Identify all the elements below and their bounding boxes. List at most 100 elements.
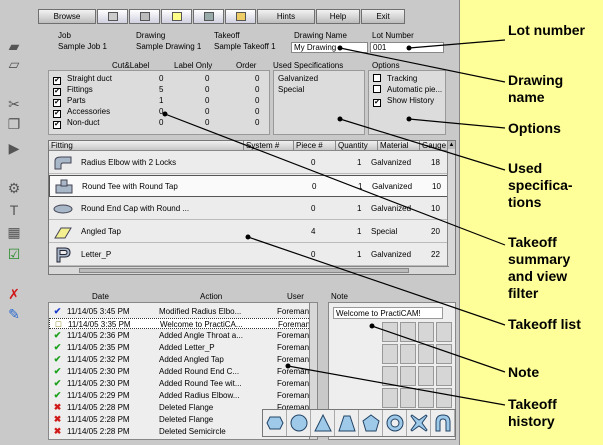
takeoff-row[interactable]: Letter_P 0 1 Galvanized 22 <box>49 244 449 266</box>
checkbox[interactable]: ✔ <box>53 88 61 96</box>
fitting-tool[interactable] <box>400 322 416 342</box>
column-fitting[interactable]: Fitting <box>49 141 244 150</box>
help-button[interactable]: Help <box>316 9 360 24</box>
flag-icon[interactable]: ▶ <box>5 140 23 156</box>
fitting-tool[interactable] <box>382 388 398 408</box>
exit-button[interactable]: Exit <box>361 9 405 24</box>
toolbar-icon-1[interactable] <box>97 9 128 24</box>
toolbar-icon-2[interactable] <box>129 9 160 24</box>
history-row[interactable]: ✔ 11/14/05 2:30 PM Added Round End C... For… <box>49 366 311 377</box>
column-system[interactable]: System # <box>244 141 294 150</box>
text-icon[interactable]: T <box>5 202 23 218</box>
checkbox[interactable]: ✔ <box>373 99 381 107</box>
summary-row[interactable]: ✔ Accessories <box>53 107 110 118</box>
fitting-tool[interactable] <box>436 322 452 342</box>
takeoff-row[interactable]: Radius Elbow with 2 Locks 0 1 Galvanized… <box>49 152 449 174</box>
fitting-tool[interactable] <box>418 388 434 408</box>
summary-row[interactable]: ✔ Fittings <box>53 85 93 96</box>
new-takeoff-icon[interactable]: ▰ <box>5 38 23 54</box>
cut-value: 0 <box>159 118 164 127</box>
fitting-tool[interactable] <box>418 344 434 364</box>
option-tracking[interactable]: Tracking <box>373 74 417 84</box>
history-action: Added Letter_P <box>159 343 215 352</box>
takeoff-row-selected[interactable]: Round Tee with Round Tap 0 1 Galvanized … <box>49 175 449 197</box>
fitting-tool[interactable] <box>382 344 398 364</box>
spec-item[interactable]: Galvanized <box>278 74 318 84</box>
fitting-tool[interactable] <box>418 322 434 342</box>
checkbox[interactable]: ✔ <box>53 121 61 129</box>
checklist-icon[interactable]: ☑ <box>5 246 23 262</box>
scroll-thumb[interactable] <box>79 268 409 273</box>
history-row[interactable]: ✔ 11/14/05 2:36 PM Added Angle Throat a...… <box>49 330 311 341</box>
takeoff-list-hscroll[interactable] <box>49 266 449 274</box>
history-row[interactable]: ✔ 11/14/05 2:29 PM Added Radius Elbow... Fo… <box>49 390 311 401</box>
column-material[interactable]: Material <box>378 141 420 150</box>
history-row[interactable]: ✔ 11/14/05 2:32 PM Added Angled Tap Foreman <box>49 354 311 365</box>
folder-icon <box>171 12 182 21</box>
checkbox[interactable] <box>373 74 381 82</box>
history-row[interactable]: ✔ 11/14/05 2:30 PM Added Round Tee wit... F… <box>49 378 311 389</box>
takeoff-summary-panel: ✔ Straight duct ✔ Fittings ✔ Parts ✔ Accesso… <box>48 70 270 135</box>
gauge-value: 22 <box>431 250 440 259</box>
hexagon-icon[interactable] <box>263 410 287 436</box>
callout-takeoff-history: Takeoff history <box>508 396 557 429</box>
drawing-name-input[interactable]: My Drawing <box>291 42 368 53</box>
column-gauge[interactable]: Gauge <box>420 141 449 150</box>
note-text[interactable]: Welcome to PractiCAM! <box>333 307 443 319</box>
history-date: 11/14/05 2:30 PM <box>67 379 130 388</box>
status-icon: ✔ <box>53 378 62 388</box>
cross-icon[interactable] <box>407 410 431 436</box>
takeoff-list-vscroll[interactable]: ▲ <box>447 141 455 274</box>
option-automatic[interactable]: Automatic pie... <box>373 85 442 95</box>
summary-row[interactable]: ✔ Straight duct <box>53 74 112 85</box>
trapezoid-icon[interactable] <box>335 410 359 436</box>
option-show-history[interactable]: ✔ Show History <box>373 96 434 107</box>
fitting-tool[interactable] <box>436 366 452 386</box>
hints-button[interactable]: Hints <box>257 9 315 24</box>
scroll-up-icon[interactable]: ▲ <box>448 141 455 149</box>
toolbar-icon-5[interactable] <box>225 9 256 24</box>
fitting-tool[interactable] <box>436 344 452 364</box>
fitting-tool[interactable] <box>418 366 434 386</box>
fitting-tool[interactable] <box>436 388 452 408</box>
label-value: 0 <box>205 107 210 116</box>
checkbox[interactable]: ✔ <box>53 110 61 118</box>
spec-item[interactable]: Special <box>278 85 304 95</box>
scissors-icon[interactable]: ✂ <box>5 96 23 112</box>
edit-icon[interactable]: ▱ <box>5 56 23 72</box>
checkbox[interactable]: ✔ <box>53 77 61 85</box>
cut-value: 0 <box>159 74 164 83</box>
takeoff-row[interactable]: Round End Cap with Round ... 0 1 Galvani… <box>49 198 449 220</box>
summary-row[interactable]: ✔ Parts <box>53 96 86 107</box>
fitting-tool[interactable] <box>400 366 416 386</box>
column-piece[interactable]: Piece # <box>294 141 336 150</box>
column-quantity[interactable]: Quantity <box>336 141 378 150</box>
layers-icon[interactable]: ▦ <box>5 224 23 240</box>
toolbar-icon-3[interactable] <box>161 9 192 24</box>
ring-icon[interactable] <box>383 410 407 436</box>
history-row[interactable]: ✔ 11/14/05 2:35 PM Added Letter_P Foreman <box>49 342 311 353</box>
fitting-tool[interactable] <box>382 322 398 342</box>
toolbar-icon-4[interactable] <box>193 9 224 24</box>
browse-button[interactable]: Browse <box>38 9 96 24</box>
fitting-tool[interactable] <box>382 366 398 386</box>
checkbox[interactable] <box>373 85 381 93</box>
circle-icon[interactable] <box>287 410 311 436</box>
history-row[interactable]: □ 11/14/05 3:35 PM Welcome to PractiCA... F… <box>49 318 311 329</box>
takeoff-row[interactable]: Angled Tap 4 1 Special 20 <box>49 221 449 243</box>
history-row[interactable]: ✔ 11/14/05 3:45 PM Modified Radius Elbo...… <box>49 306 311 317</box>
gear-icon[interactable]: ⚙ <box>5 180 23 196</box>
order-value: 0 <box>255 85 260 94</box>
copy-icon[interactable]: ❐ <box>5 116 23 132</box>
fitting-tool[interactable] <box>400 388 416 408</box>
fitting-tool[interactable] <box>400 344 416 364</box>
pentagon-icon[interactable] <box>359 410 383 436</box>
note-edit-icon[interactable]: ✎ <box>5 306 23 322</box>
triangle-icon[interactable] <box>311 410 335 436</box>
lot-number-input[interactable]: 001 <box>370 42 444 53</box>
delete-icon[interactable]: ✗ <box>5 286 23 302</box>
checkbox[interactable]: ✔ <box>53 99 61 107</box>
gauge-value: 10 <box>431 204 440 213</box>
arch-icon[interactable] <box>431 410 455 436</box>
summary-row[interactable]: ✔ Non-duct <box>53 118 99 129</box>
